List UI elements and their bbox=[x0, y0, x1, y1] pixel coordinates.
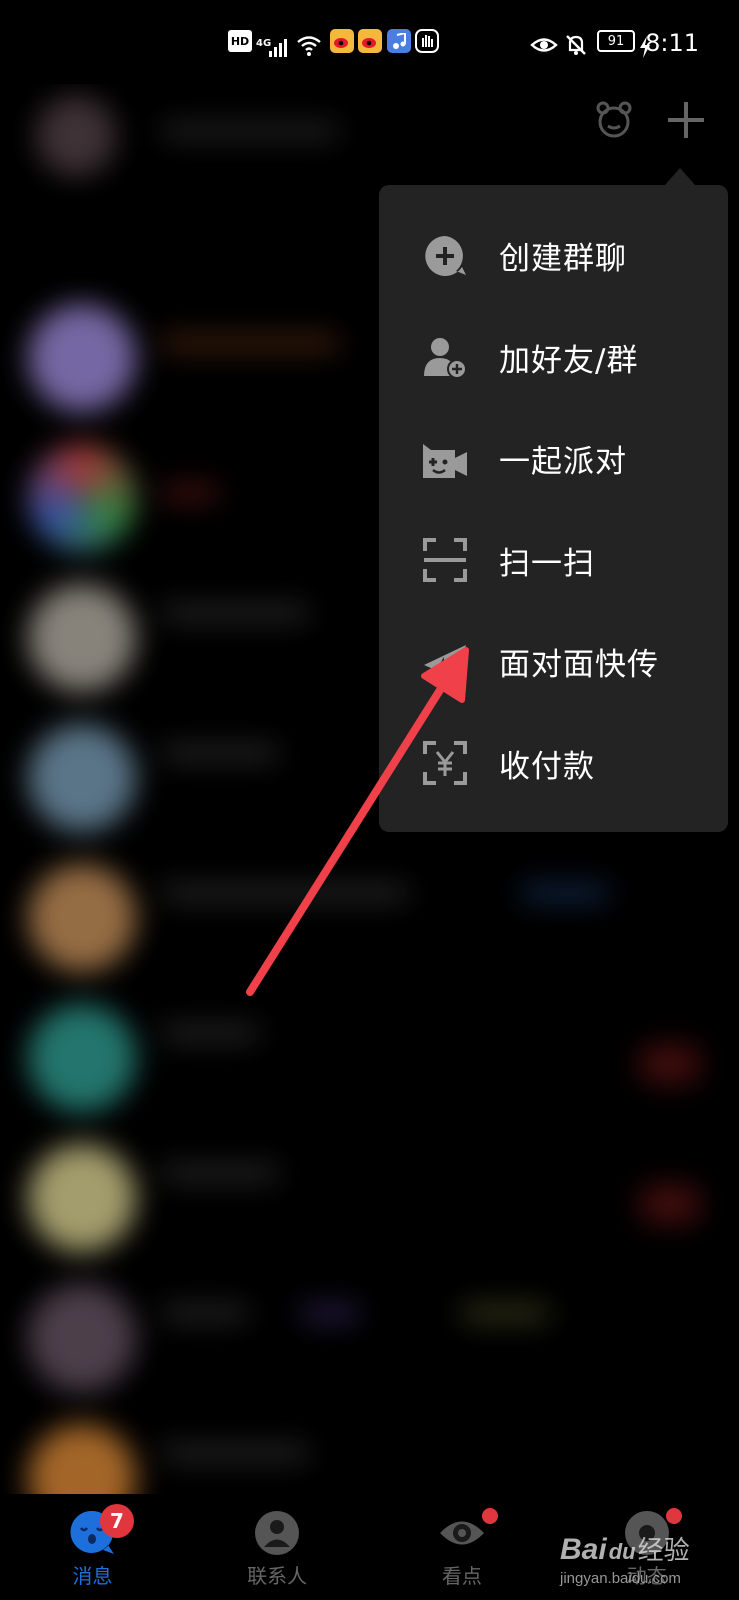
menu-item-label: 一起派对 bbox=[499, 444, 627, 481]
watermark-brand: Bai bbox=[560, 1533, 607, 1566]
menu-item-quick-send[interactable]: 面对面快传 bbox=[379, 611, 728, 713]
tab-contacts[interactable]: 联系人 bbox=[185, 1494, 370, 1600]
top-bar bbox=[0, 84, 739, 174]
tab-label: 联系人 bbox=[247, 1564, 308, 1588]
text-placeholder bbox=[520, 884, 610, 902]
menu-item-label: 面对面快传 bbox=[499, 647, 659, 684]
hand-icon bbox=[415, 29, 439, 53]
weibo-icon bbox=[358, 29, 382, 53]
menu-item-party[interactable]: 一起派对 bbox=[379, 408, 728, 510]
status-bar: HD 4G 91 8:11 bbox=[0, 0, 739, 84]
signal-icon bbox=[268, 30, 290, 64]
payment-icon bbox=[421, 739, 469, 787]
text-placeholder bbox=[640, 1184, 700, 1224]
add-friend-icon bbox=[421, 333, 469, 381]
menu-item-label: 扫一扫 bbox=[499, 545, 595, 582]
eye-comfort-icon bbox=[530, 28, 558, 62]
menu-item-add-friend[interactable]: 加好友/群 bbox=[379, 307, 728, 409]
watermark-suffix: 经验 bbox=[637, 1536, 690, 1566]
text-placeholder bbox=[160, 1444, 310, 1462]
plus-dropdown-menu: 创建群聊 加好友/群 一起派对 扫一扫 面对面快传 收付款 bbox=[379, 185, 728, 832]
text-placeholder bbox=[640, 1044, 700, 1084]
tab-label: 消息 bbox=[72, 1564, 113, 1588]
watermark: Bai du 经验 jingyan.baidu.com bbox=[560, 1530, 690, 1587]
avatar bbox=[28, 444, 136, 552]
avatar bbox=[28, 304, 136, 412]
menu-item-label: 加好友/群 bbox=[499, 342, 639, 379]
menu-item-label: 创建群聊 bbox=[499, 241, 627, 278]
watermark-paw: du bbox=[608, 1539, 636, 1564]
music-icon bbox=[387, 29, 411, 53]
menu-item-payment[interactable]: 收付款 bbox=[379, 713, 728, 815]
notification-dot bbox=[481, 1508, 498, 1524]
battery-icon: 91 bbox=[597, 30, 635, 52]
avatar bbox=[28, 1004, 136, 1112]
text-placeholder bbox=[460, 1304, 550, 1322]
menu-caret bbox=[664, 168, 696, 186]
tab-messages[interactable]: 消息 7 bbox=[0, 1494, 185, 1600]
plus-icon[interactable] bbox=[662, 96, 710, 144]
text-placeholder bbox=[160, 484, 220, 502]
tab-label: 看点 bbox=[441, 1564, 482, 1588]
party-game-icon bbox=[421, 435, 469, 483]
mute-icon bbox=[564, 28, 588, 62]
weibo-icon bbox=[330, 29, 354, 53]
list-item[interactable] bbox=[0, 1264, 739, 1404]
text-placeholder bbox=[160, 604, 310, 622]
unread-badge: 7 bbox=[100, 1504, 134, 1538]
clock: 8:11 bbox=[645, 29, 699, 57]
eye-icon bbox=[439, 1521, 484, 1545]
quick-send-icon bbox=[421, 638, 469, 686]
menu-item-label: 收付款 bbox=[499, 748, 595, 785]
avatar bbox=[28, 724, 136, 832]
notification-dot bbox=[666, 1508, 683, 1524]
hd-badge: HD bbox=[228, 30, 252, 52]
pet-icon[interactable] bbox=[590, 96, 638, 144]
chat-plus-icon bbox=[421, 232, 469, 280]
watermark-url: jingyan.baidu.com bbox=[560, 1570, 681, 1587]
avatar bbox=[28, 1144, 136, 1252]
tab-discover[interactable]: 看点 bbox=[370, 1494, 555, 1600]
text-placeholder bbox=[160, 884, 410, 902]
text-placeholder bbox=[300, 1304, 360, 1322]
menu-item-create-group[interactable]: 创建群聊 bbox=[379, 205, 728, 307]
text-placeholder bbox=[160, 1024, 260, 1042]
menu-item-scan[interactable]: 扫一扫 bbox=[379, 510, 728, 612]
avatar bbox=[28, 1284, 136, 1392]
list-item[interactable] bbox=[0, 1124, 739, 1264]
list-item[interactable] bbox=[0, 984, 739, 1124]
text-placeholder bbox=[160, 744, 280, 762]
text-placeholder bbox=[160, 334, 340, 352]
text-placeholder bbox=[160, 1304, 250, 1322]
scan-icon bbox=[421, 536, 469, 584]
wifi-icon bbox=[296, 28, 322, 62]
contacts-icon bbox=[255, 1511, 300, 1555]
text-placeholder bbox=[160, 1164, 280, 1182]
avatar bbox=[28, 864, 136, 972]
list-item[interactable] bbox=[0, 844, 739, 984]
avatar bbox=[28, 584, 136, 692]
